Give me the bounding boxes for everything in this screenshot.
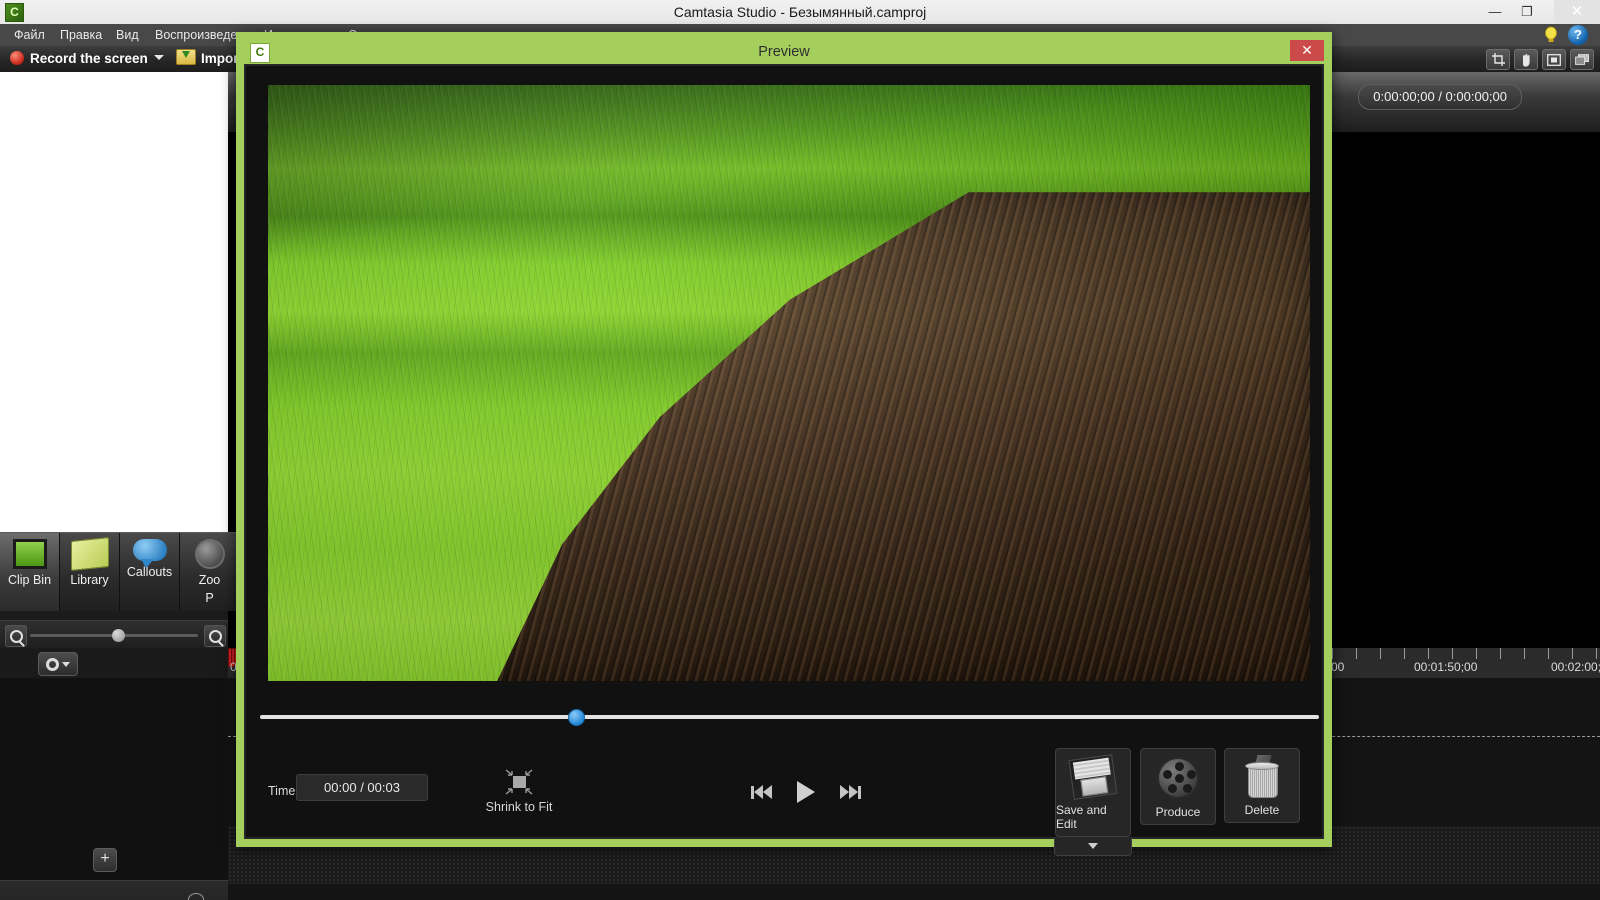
track-headers: + Дорожка 1	[0, 678, 228, 900]
ruler-label-3: 00:02:00;	[1551, 660, 1600, 674]
lightbulb-icon[interactable]	[1542, 26, 1560, 44]
timeline-options-row	[0, 648, 228, 678]
ruler-label-2: 00:01:50;00	[1414, 660, 1478, 674]
tab-clip-bin[interactable]: Clip Bin	[0, 533, 60, 611]
save-and-edit-button[interactable]: Save and Edit	[1055, 748, 1131, 837]
add-track-button[interactable]: +	[93, 848, 117, 872]
preview-action-buttons: Save and Edit Produce Delete	[1054, 748, 1300, 856]
crop-icon[interactable]	[1486, 49, 1510, 70]
help-icon[interactable]: ?	[1568, 25, 1588, 45]
tab-clip-bin-label: Clip Bin	[7, 573, 52, 587]
zoom-slider-knob[interactable]	[112, 629, 125, 642]
preview-title: Preview	[758, 44, 810, 60]
library-icon	[70, 537, 109, 571]
produce-label: Produce	[1155, 805, 1201, 819]
timeline-zoom-row	[0, 620, 228, 650]
shrink-to-fit-label: Shrink to Fit	[485, 800, 553, 814]
hand-pan-icon[interactable]	[1514, 49, 1538, 70]
screen-root: C Camtasia Studio - Безымянный.camproj —…	[0, 0, 1600, 900]
clip-bin-panel	[0, 72, 228, 532]
minimize-button[interactable]: —	[1480, 0, 1510, 24]
ruler-label-1: 00	[1331, 660, 1345, 674]
tab-library[interactable]: Library	[60, 533, 120, 611]
tab-callouts[interactable]: Callouts	[120, 533, 180, 611]
toolbar-right-icons	[1486, 49, 1594, 70]
preview-dialog: C Preview ✕ Time 00:00 / 00:03 Shrink to…	[236, 32, 1332, 856]
record-dot-icon	[10, 51, 24, 65]
panel-tabs: Clip Bin Library Callouts Zoo P	[0, 532, 240, 611]
floppy-disk-icon	[1068, 754, 1118, 800]
save-and-edit-wrap: Save and Edit	[1054, 748, 1132, 856]
maximize-button[interactable]: ❐	[1512, 0, 1542, 24]
time-readout: 00:00 / 00:03	[296, 774, 428, 801]
zoom-n-pan-icon	[194, 539, 225, 569]
app-titlebar: C Camtasia Studio - Безымянный.camproj —…	[0, 0, 1600, 25]
folder-import-icon	[176, 49, 196, 65]
skip-back-icon[interactable]	[751, 785, 772, 799]
preview-titlebar: C Preview ✕	[244, 40, 1324, 64]
chevron-down-icon	[1088, 843, 1098, 849]
close-icon: ✕	[1570, 3, 1584, 20]
windows-icon[interactable]	[1570, 49, 1594, 70]
zoom-in-icon[interactable]	[204, 625, 226, 647]
scrubber-handle[interactable]	[568, 709, 585, 726]
fit-screen-icon[interactable]	[1542, 49, 1566, 70]
tab-zoom-n-pan[interactable]: Zoo P	[180, 533, 240, 611]
preview-body: Time 00:00 / 00:03 Shrink to Fit Save an…	[244, 64, 1324, 856]
tab-zoom-n-pan-label2: P	[205, 591, 214, 605]
chevron-down-icon	[153, 55, 164, 60]
gear-icon[interactable]	[38, 652, 78, 676]
zoom-out-icon[interactable]	[5, 625, 27, 647]
menu-item-edit[interactable]: Правка	[52, 24, 110, 46]
trash-can-icon	[1244, 755, 1280, 798]
record-label: Record the screen	[30, 51, 148, 66]
menu-item-view[interactable]: Вид	[108, 24, 147, 46]
clip-bin-icon	[12, 539, 47, 569]
app-title: Camtasia Studio - Безымянный.camproj	[673, 4, 927, 20]
video-vignette	[268, 85, 1310, 681]
produce-button[interactable]: Produce	[1140, 748, 1216, 825]
track-row[interactable]: Дорожка 1	[0, 880, 228, 900]
playback-controls	[751, 778, 861, 806]
save-and-edit-label: Save and Edit	[1056, 803, 1107, 831]
shrink-to-fit-button[interactable]: Shrink to Fit	[476, 768, 562, 820]
shrink-to-fit-icon	[504, 768, 534, 796]
save-and-edit-dropdown[interactable]	[1054, 837, 1132, 856]
import-label: Impor	[201, 51, 239, 66]
play-icon[interactable]	[797, 781, 815, 803]
eye-icon[interactable]	[188, 893, 204, 900]
video-preview[interactable]	[268, 85, 1310, 681]
preview-close-button[interactable]: ✕	[1290, 40, 1324, 61]
time-label: Time	[268, 784, 296, 798]
menu-item-file[interactable]: Файл	[6, 24, 53, 46]
delete-button[interactable]: Delete	[1224, 748, 1300, 823]
delete-label: Delete	[1244, 803, 1280, 817]
film-reel-icon	[1157, 757, 1199, 799]
left-panel: Clip Bin Library Callouts Zoo P +	[0, 72, 240, 900]
tab-zoom-n-pan-label: Zoo	[198, 573, 221, 587]
skip-forward-icon[interactable]	[840, 785, 861, 799]
timeline-position-readout: 0:00:00;00 / 0:00:00;00	[1358, 84, 1522, 110]
tab-library-label: Library	[70, 573, 109, 587]
callouts-icon	[132, 539, 167, 568]
import-media-button[interactable]: Impor	[176, 46, 239, 72]
close-button[interactable]: ✕	[1554, 0, 1600, 24]
record-the-screen-button[interactable]: Record the screen	[10, 46, 164, 72]
scrubber-track[interactable]	[260, 715, 1319, 719]
